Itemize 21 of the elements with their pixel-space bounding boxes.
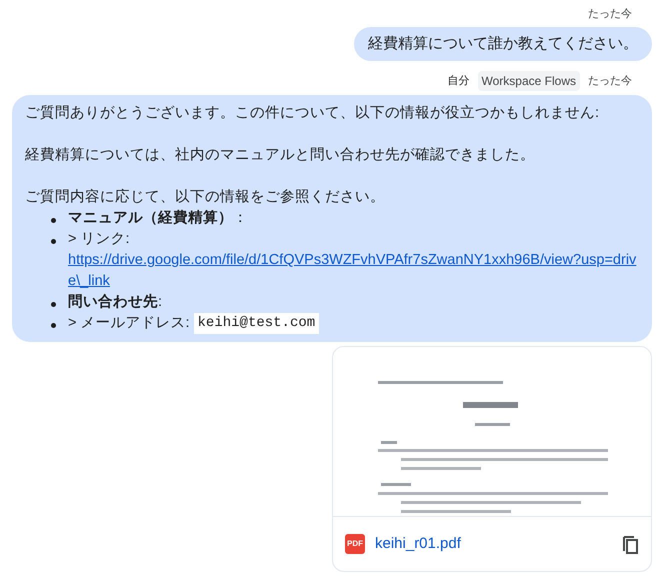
list-item-text: マニュアル（経費精算）： bbox=[68, 208, 248, 228]
bullet-icon bbox=[51, 239, 56, 244]
list-item-label: > リンク: bbox=[68, 230, 130, 249]
list-item-label: > メールアドレス: bbox=[68, 314, 190, 333]
file-name-link[interactable]: keihi_r01.pdf bbox=[375, 532, 611, 556]
app-tag: Workspace Flows bbox=[478, 71, 580, 91]
email-code: keihi@test.com bbox=[194, 313, 320, 334]
message-paragraph: ご質問内容に応じて、以下の情報をご参照ください。 bbox=[25, 188, 385, 207]
list-item-text: 問い合わせ先: bbox=[68, 292, 162, 312]
pdf-icon: PDF bbox=[345, 534, 365, 554]
message-time: たった今 bbox=[588, 7, 632, 22]
message-paragraph: 経費精算については、社内のマニュアルと問い合わせ先が確認できました。 bbox=[25, 146, 535, 165]
user-message-bubble: 経費精算について誰か教えてください。 bbox=[354, 26, 652, 61]
bullet-icon bbox=[51, 323, 56, 328]
bullet-icon bbox=[51, 302, 56, 307]
copy-icon[interactable] bbox=[621, 534, 639, 554]
bullet-icon bbox=[51, 218, 56, 223]
drive-link[interactable]: https://drive.google.com/file/d/1CfQVPs3WZFvhVPAfr7sZwanNY1xxh96B/view?usp=drive\_link bbox=[68, 250, 639, 292]
message-time: たった今 bbox=[588, 74, 632, 89]
message-paragraph: ご質問ありがとうございます。この件について、以下の情報が役立つかもしれません: bbox=[25, 104, 600, 123]
sender-name: 自分 bbox=[448, 74, 470, 89]
